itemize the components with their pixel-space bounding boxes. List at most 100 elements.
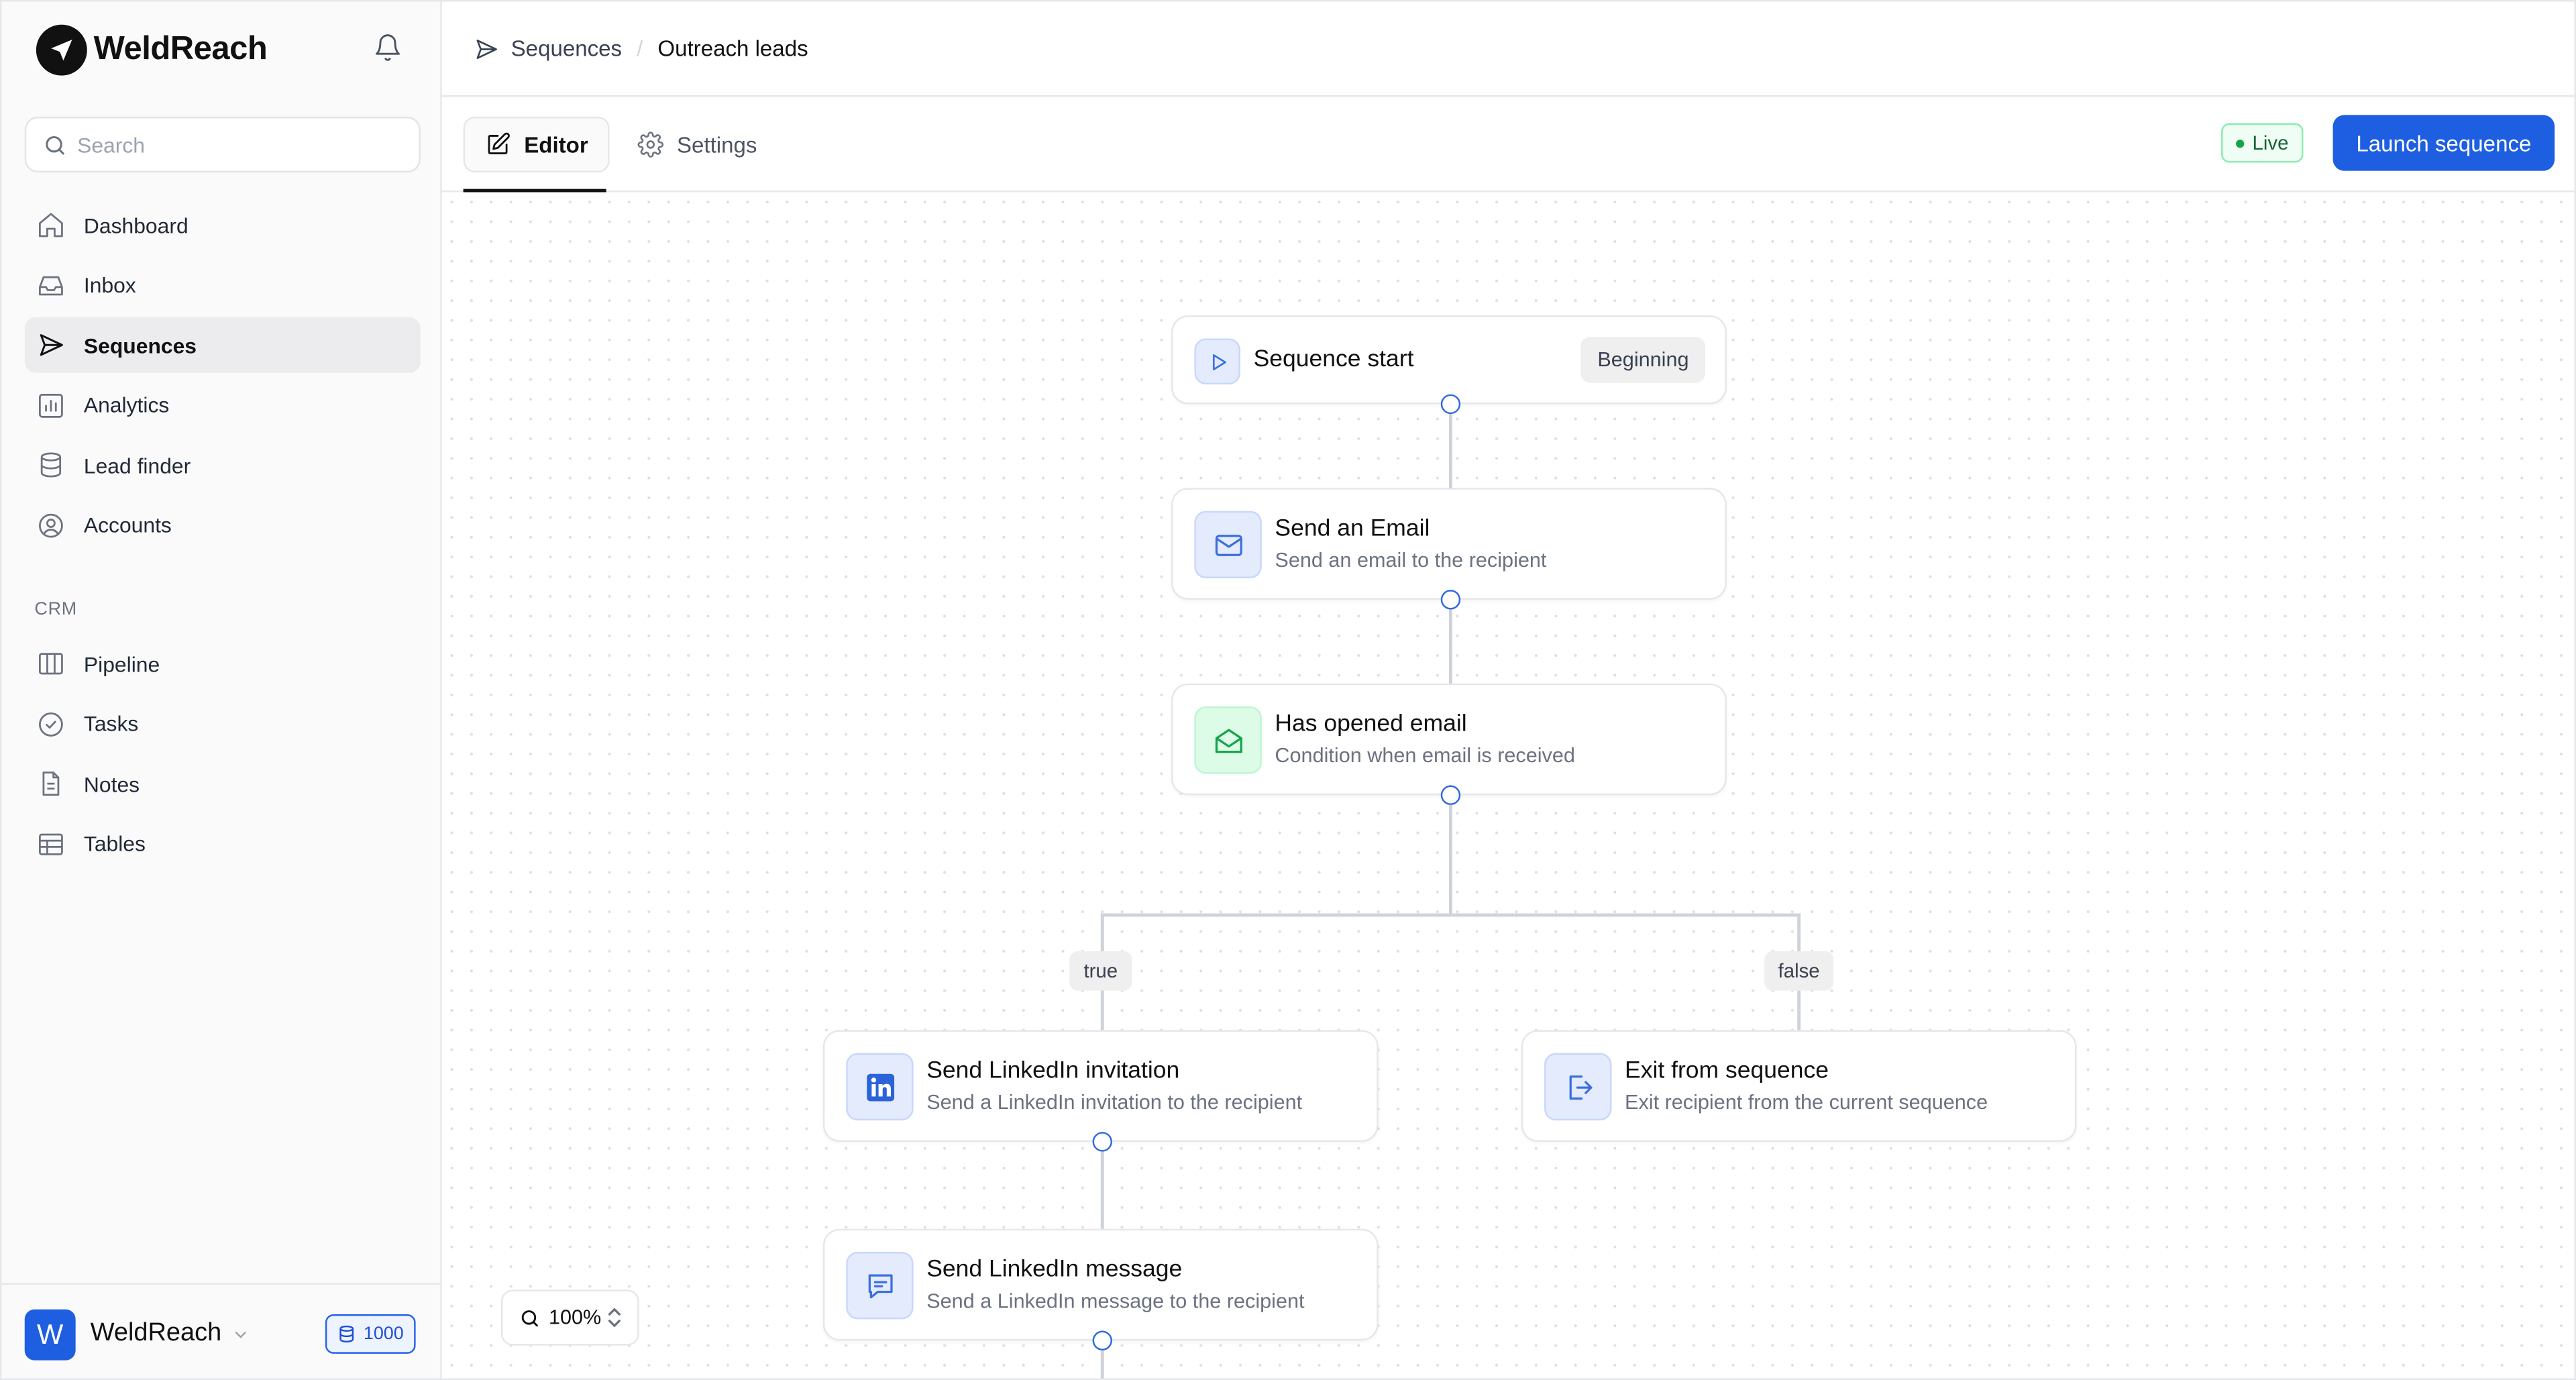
- linkedin-icon: [846, 1053, 914, 1121]
- tab-label: Editor: [524, 132, 588, 157]
- sequence-canvas[interactable]: true false Sequence start Beginning Send…: [441, 192, 2575, 1379]
- database-icon: [339, 1325, 354, 1343]
- sidebar-item-label: Dashboard: [83, 213, 189, 237]
- zoom-level: 100%: [548, 1306, 602, 1330]
- search-input[interactable]: [77, 132, 390, 157]
- sidebar-item-label: Lead finder: [83, 453, 191, 478]
- credits-count: 1000: [363, 1324, 404, 1344]
- workspace-name: WeldReach: [90, 1319, 222, 1348]
- node-title: Send LinkedIn message: [926, 1257, 1183, 1283]
- branch-label-false: false: [1764, 951, 1834, 991]
- node-send-linkedin-message[interactable]: Send LinkedIn message Send a LinkedIn me…: [822, 1228, 1379, 1341]
- search-icon: [521, 1309, 538, 1326]
- node-title: Has opened email: [1275, 711, 1467, 738]
- play-icon: [1194, 338, 1240, 385]
- launch-sequence-button[interactable]: Launch sequence: [2332, 115, 2555, 171]
- node-subtitle: Send an email to the recipient: [1275, 548, 1547, 572]
- sidebar-item-accounts[interactable]: Accounts: [25, 498, 421, 553]
- node-exit-from-sequence[interactable]: Exit from sequence Exit recipient from t…: [1521, 1030, 2077, 1142]
- home-icon: [39, 213, 63, 237]
- status-badge: Live: [2221, 123, 2304, 163]
- chevron-up-down-icon[interactable]: [606, 1306, 623, 1329]
- tab-label: Settings: [676, 132, 757, 157]
- check-circle-icon: [39, 712, 63, 736]
- exit-icon: [1544, 1053, 1612, 1121]
- status-dot: [2236, 138, 2245, 148]
- search-icon: [46, 135, 64, 154]
- sidebar-item-label: Sequences: [83, 333, 197, 358]
- branch-label-true: true: [1069, 951, 1132, 991]
- breadcrumb: Sequences / Outreach leads: [473, 36, 808, 62]
- bell-icon[interactable]: [373, 33, 406, 66]
- sidebar-item-pipeline[interactable]: Pipeline: [25, 636, 421, 692]
- database-icon: [40, 453, 62, 478]
- credits-badge[interactable]: 1000: [325, 1314, 416, 1354]
- tab-bar: Editor Settings Live Launch sequence: [441, 97, 2575, 193]
- connector-port[interactable]: [1440, 590, 1461, 610]
- crm-section-label: CRM: [34, 599, 77, 620]
- inbox-icon: [39, 275, 63, 295]
- sidebar-item-label: Tables: [83, 831, 146, 857]
- sidebar-item-label: Analytics: [83, 392, 170, 418]
- breadcrumb-current: Outreach leads: [657, 36, 808, 61]
- sidebar-item-notes[interactable]: Notes: [25, 756, 421, 812]
- edit-icon: [488, 132, 510, 154]
- sidebar-item-label: Pipeline: [83, 651, 160, 676]
- sidebar-item-lead-finder[interactable]: Lead finder: [25, 437, 421, 493]
- workspace-avatar[interactable]: W: [24, 1309, 76, 1361]
- node-subtitle: Condition when email is received: [1275, 744, 1575, 767]
- node-subtitle: Exit recipient from the current sequence: [1625, 1091, 1988, 1114]
- status-label: Live: [2252, 131, 2289, 155]
- node-subtitle: Send a LinkedIn message to the recipient: [926, 1289, 1305, 1313]
- columns-icon: [39, 653, 63, 675]
- tab-editor[interactable]: Editor: [463, 116, 610, 173]
- send-icon: [476, 38, 497, 58]
- connector-port[interactable]: [1440, 394, 1461, 415]
- sidebar-item-analytics[interactable]: Analytics: [25, 378, 421, 433]
- sidebar-item-tasks[interactable]: Tasks: [25, 696, 421, 751]
- sidebar-item-label: Inbox: [83, 272, 136, 298]
- workspace-footer: W WeldReach 1000: [1, 1283, 442, 1379]
- search-box[interactable]: [24, 116, 421, 173]
- table-icon: [39, 833, 63, 855]
- connector-port[interactable]: [1092, 1330, 1112, 1350]
- sidebar-item-tables[interactable]: Tables: [25, 816, 421, 872]
- send-icon: [40, 334, 63, 356]
- sidebar-item-label: Accounts: [83, 513, 172, 538]
- sidebar-item-sequences[interactable]: Sequences: [24, 317, 421, 374]
- edge-message-next: [1100, 1350, 1104, 1379]
- mail-icon: [1194, 511, 1262, 578]
- node-has-opened-email[interactable]: Has opened email Condition when email is…: [1171, 683, 1727, 796]
- sidebar: WeldReach Dashboard Inbox Sequences: [1, 1, 442, 1379]
- main-nav: Dashboard Inbox Sequences Analytics Lead…: [24, 197, 421, 558]
- workspace-switcher[interactable]: WeldReach: [91, 1319, 250, 1348]
- brand[interactable]: WeldReach: [36, 23, 268, 75]
- node-send-email[interactable]: Send an Email Send an email to the recip…: [1171, 488, 1727, 600]
- breadcrumb-sequences[interactable]: Sequences: [473, 36, 622, 62]
- connector-port[interactable]: [1092, 1132, 1112, 1152]
- node-badge: Beginning: [1580, 337, 1706, 383]
- node-sequence-start[interactable]: Sequence start Beginning: [1171, 315, 1727, 405]
- edge-email-opened: [1449, 609, 1452, 686]
- brand-name: WeldReach: [93, 30, 268, 67]
- user-circle-icon: [39, 513, 63, 538]
- sidebar-item-dashboard[interactable]: Dashboard: [25, 197, 421, 253]
- sidebar-item-label: Tasks: [83, 711, 139, 737]
- sidebar-item-label: Notes: [83, 772, 140, 796]
- zoom-control[interactable]: 100%: [500, 1289, 639, 1346]
- node-title: Sequence start: [1253, 346, 1414, 373]
- breadcrumb-separator: /: [637, 36, 643, 61]
- connector-port[interactable]: [1440, 785, 1461, 805]
- node-title: Send an Email: [1275, 515, 1430, 543]
- chevron-down-icon: [235, 1330, 246, 1338]
- edge-invite-message: [1100, 1151, 1104, 1229]
- sidebar-item-inbox[interactable]: Inbox: [25, 257, 421, 313]
- edge-start-email: [1449, 412, 1452, 490]
- mail-open-icon: [1194, 706, 1262, 774]
- node-subtitle: Send a LinkedIn invitation to the recipi…: [926, 1091, 1303, 1114]
- node-send-linkedin-invitation[interactable]: Send LinkedIn invitation Send a LinkedIn…: [822, 1030, 1379, 1142]
- edge-opened-split: [1449, 804, 1452, 915]
- tab-settings[interactable]: Settings: [618, 117, 777, 172]
- file-icon: [42, 772, 60, 796]
- top-bar: Sequences / Outreach leads: [441, 1, 2575, 97]
